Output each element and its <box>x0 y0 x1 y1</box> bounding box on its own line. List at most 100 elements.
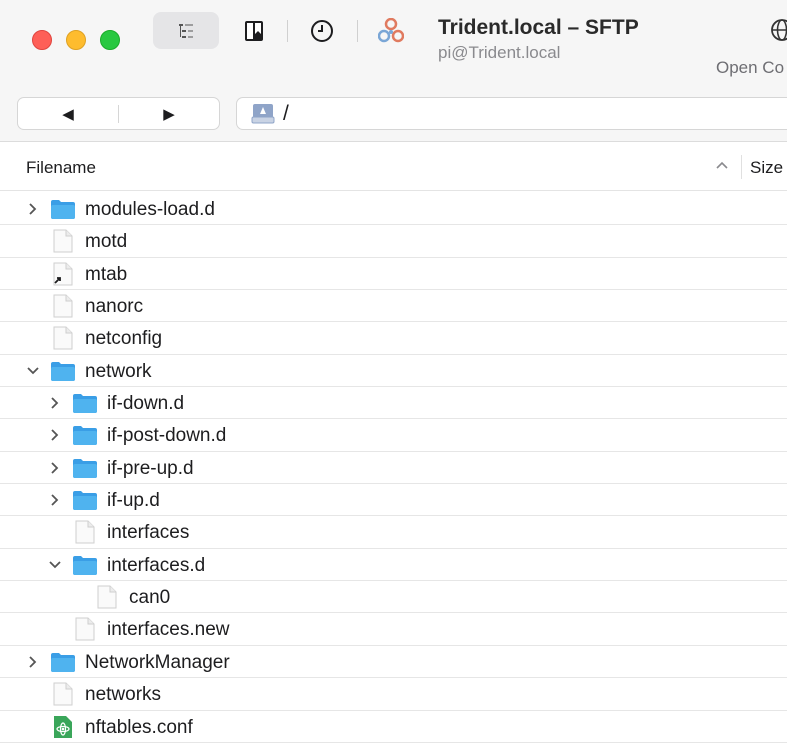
globe-icon[interactable] <box>770 18 787 42</box>
transfers-icon <box>378 17 404 42</box>
collapse-toggle[interactable] <box>48 557 62 573</box>
folder-row[interactable]: if-post-down.d <box>0 419 787 452</box>
file-name: if-down.d <box>107 393 185 415</box>
bookmarks-button[interactable] <box>236 12 272 49</box>
row-icon <box>72 423 98 447</box>
file-name: can0 <box>129 587 171 609</box>
expand-toggle[interactable] <box>48 427 62 443</box>
file-name: interfaces <box>107 522 190 544</box>
minimize-window-button[interactable] <box>66 30 86 50</box>
file-name: nftables.conf <box>85 716 193 738</box>
file-row[interactable]: interfaces.new <box>0 613 787 646</box>
expand-toggle[interactable] <box>48 492 62 508</box>
row-icon <box>50 359 76 383</box>
chevron-right-icon[interactable] <box>50 493 60 507</box>
file-name: network <box>85 360 152 382</box>
expand-toggle[interactable] <box>48 460 62 476</box>
row-icon <box>50 197 76 221</box>
folder-row[interactable]: NetworkManager <box>0 646 787 679</box>
size-column-header[interactable]: Size <box>750 158 783 178</box>
title-bar: Trident.local – SFTP pi@Trident.local Op… <box>0 0 787 84</box>
file-list: modules-load.d motd mtab nanorc netconfig net… <box>0 193 787 743</box>
file-icon <box>53 326 73 350</box>
sort-ascending-icon[interactable] <box>715 160 729 170</box>
folder-row[interactable]: if-pre-up.d <box>0 452 787 485</box>
file-row[interactable]: nanorc <box>0 290 787 323</box>
zoom-window-button[interactable] <box>100 30 120 50</box>
row-icon <box>50 682 76 706</box>
chevron-right-icon[interactable] <box>28 202 38 216</box>
folder-row[interactable]: interfaces.d <box>0 549 787 582</box>
chevron-down-icon[interactable] <box>48 560 62 570</box>
folder-icon <box>51 200 75 219</box>
expand-toggle[interactable] <box>26 654 40 670</box>
row-icon <box>72 456 98 480</box>
file-name: if-up.d <box>107 490 160 512</box>
folder-row[interactable]: if-up.d <box>0 484 787 517</box>
row-icon <box>50 229 76 253</box>
close-window-button[interactable] <box>32 30 52 50</box>
chevron-right-icon[interactable] <box>50 396 60 410</box>
folder-icon <box>51 361 75 381</box>
back-forward-control: ◀ ▶ <box>17 97 220 130</box>
chevron-right-icon[interactable] <box>28 655 38 669</box>
file-name: interfaces.new <box>107 619 230 641</box>
folder-icon <box>73 458 97 478</box>
file-row[interactable]: mtab <box>0 258 787 291</box>
folder-row[interactable]: modules-load.d <box>0 193 787 226</box>
file-row[interactable]: netconfig <box>0 322 787 355</box>
column-header: Filename Size <box>0 143 787 191</box>
chevron-down-icon[interactable] <box>26 366 40 376</box>
file-name: if-post-down.d <box>107 425 227 447</box>
collapse-toggle[interactable] <box>26 363 40 379</box>
outline-view-icon <box>179 23 193 38</box>
file-name: NetworkManager <box>85 651 230 673</box>
file-name: networks <box>85 684 162 706</box>
expand-toggle[interactable] <box>26 201 40 217</box>
file-row[interactable]: networks <box>0 678 787 711</box>
file-name: if-pre-up.d <box>107 457 194 479</box>
row-icon <box>72 553 98 577</box>
history-button[interactable] <box>303 12 341 49</box>
chevron-right-icon[interactable] <box>50 461 60 475</box>
file-icon <box>53 294 73 318</box>
expand-toggle[interactable] <box>48 395 62 411</box>
open-connection-label[interactable]: Open Co <box>716 58 784 78</box>
path-selector[interactable]: / <box>236 97 787 130</box>
navigation-bar: ◀ ▶ / <box>0 84 787 142</box>
bookmarks-icon <box>245 20 263 41</box>
folder-row[interactable]: if-down.d <box>0 387 787 420</box>
folder-icon <box>73 491 97 511</box>
file-row[interactable]: interfaces <box>0 516 787 549</box>
script-file-icon <box>54 715 72 738</box>
folder-icon <box>73 394 97 414</box>
disk-icon <box>251 103 275 123</box>
row-icon <box>72 488 98 512</box>
file-name: nanorc <box>85 296 144 318</box>
window-subtitle: pi@Trident.local <box>438 43 561 62</box>
file-row[interactable]: motd <box>0 225 787 258</box>
column-separator[interactable] <box>741 155 742 179</box>
row-icon <box>50 294 76 318</box>
back-button[interactable]: ◀ <box>18 98 118 129</box>
row-icon <box>50 715 76 739</box>
file-name: motd <box>85 231 128 253</box>
file-name: interfaces.d <box>107 554 206 576</box>
toolbar-separator <box>357 20 358 42</box>
history-icon <box>311 19 333 42</box>
row-icon <box>72 520 98 544</box>
alias-file-icon <box>53 262 73 286</box>
row-icon <box>72 391 98 415</box>
current-path: / <box>283 101 289 125</box>
chevron-right-icon[interactable] <box>50 428 60 442</box>
file-icon <box>97 585 117 609</box>
folder-icon <box>73 426 97 446</box>
file-row[interactable]: nftables.conf <box>0 711 787 743</box>
outline-view-button[interactable] <box>153 12 219 49</box>
folder-row[interactable]: network <box>0 355 787 388</box>
transfers-button[interactable] <box>372 12 410 49</box>
file-row[interactable]: can0 <box>0 581 787 614</box>
folder-icon <box>51 652 75 672</box>
filename-column-header[interactable]: Filename <box>26 158 96 178</box>
forward-button[interactable]: ▶ <box>119 98 219 129</box>
